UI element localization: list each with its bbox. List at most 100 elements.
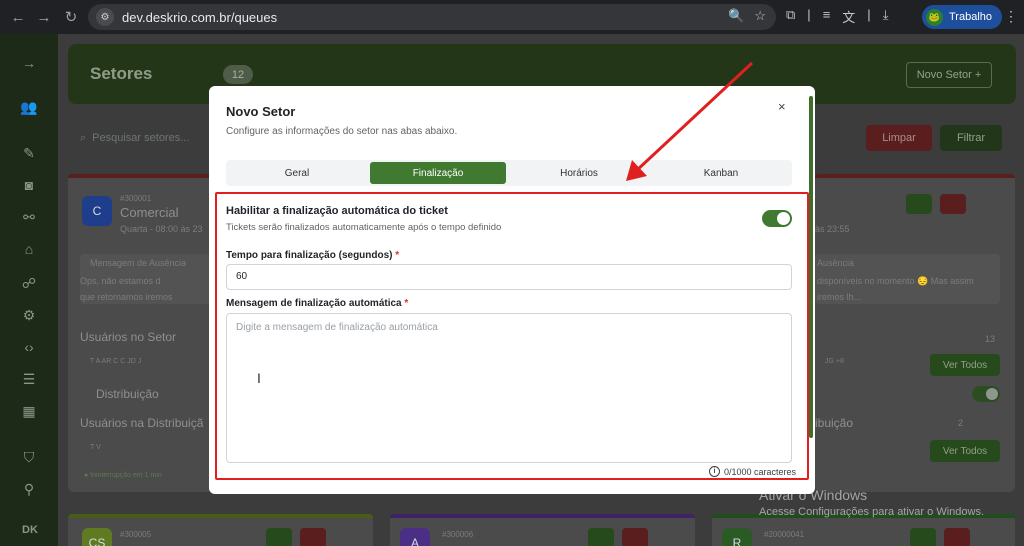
filter-button[interactable]: Filtrar (940, 125, 1002, 151)
character-counter: i 0/1000 caracteres (709, 466, 796, 477)
shield-icon[interactable]: ⛉ (18, 446, 40, 468)
absence-title: Mensagem de Ausência (90, 258, 187, 268)
download-icon[interactable]: ⤓ (883, 7, 889, 26)
new-sector-modal: Novo Setor Configure as informações do s… (209, 86, 815, 494)
profile-label: Trabalho (949, 11, 993, 23)
sector-code: #300005 (120, 530, 152, 539)
status-tag: ● Ininterrupção em 1 min (84, 472, 162, 479)
url-text[interactable]: dev.deskrio.com.br/queues (122, 10, 277, 25)
sidebar: → 👥 ✎ ◙ ⚯ ⌂ ☍ ⚙ ‹› ☰ ▦ ⛉ ⚲ DK (0, 34, 58, 546)
sector-hours: às 23:55 (815, 224, 850, 234)
reload-icon[interactable]: ↻ (57, 3, 85, 31)
sectors-icon[interactable]: ☍ (18, 272, 40, 294)
edit-button[interactable] (266, 528, 292, 546)
message-field-label: Mensagem de finalização automática * (226, 298, 408, 309)
page-title: Setores (90, 64, 153, 83)
tab-geral[interactable]: Geral (228, 162, 366, 184)
tab-finalizacao[interactable]: Finalização (370, 162, 506, 184)
delete-button[interactable] (622, 528, 648, 546)
extensions-icon[interactable]: ⧉ (786, 7, 795, 26)
sector-code: #300001 (120, 194, 152, 203)
modal-title: Novo Setor (226, 104, 296, 119)
edit-button[interactable] (588, 528, 614, 546)
text-cursor-icon: I (257, 370, 261, 386)
edit-button[interactable] (910, 528, 936, 546)
browser-menu-icon[interactable]: ⋮ (1004, 8, 1018, 25)
modal-subtitle: Configure as informações do setor nas ab… (226, 126, 458, 137)
collapse-icon[interactable]: → (18, 52, 40, 74)
modal-tabs: Geral Finalização Horários Kanban (226, 160, 792, 186)
media-icon[interactable]: ≡ (823, 7, 831, 26)
divider-icon: | (807, 7, 811, 22)
modal-scrollbar[interactable] (809, 96, 813, 438)
distribution-users-title: ibuição (815, 416, 854, 430)
users-title: Usuários no Setor (80, 330, 177, 344)
card-strip (815, 174, 1015, 178)
message-textarea[interactable] (226, 313, 792, 463)
absence-text: que retornamos iremos (80, 292, 173, 302)
tag-icon[interactable]: ⌂ (18, 238, 40, 260)
sector-card: às 23:55 Ausência disponíveis no momento… (815, 174, 1015, 492)
search-icon: ⌕ (80, 131, 87, 144)
profile-avatar: 🐸 (926, 8, 943, 26)
view-all-button[interactable]: Ver Todos (930, 440, 1000, 462)
browser-toolbar: ← → ↻ ⚙ dev.deskrio.com.br/queues 🔍 ☆ ⧉ … (0, 0, 1024, 34)
translate-icon[interactable]: 文 (842, 7, 855, 26)
time-input[interactable]: 60 (226, 264, 792, 290)
users-icon[interactable]: 👥 (18, 96, 40, 118)
auto-finish-description: Tickets serão finalizados automaticament… (226, 222, 502, 233)
forward-icon[interactable]: → (30, 3, 58, 31)
absence-title: Ausência (817, 258, 855, 268)
bot-icon[interactable]: ◙ (18, 174, 40, 196)
zoom-icon[interactable]: 🔍 (728, 8, 744, 24)
grid-icon[interactable]: ▦ (18, 400, 40, 422)
clear-button[interactable]: Limpar (866, 125, 932, 151)
required-mark: * (395, 250, 400, 261)
distribution-count: 2 (958, 418, 964, 428)
edit-icon[interactable]: ✎ (18, 142, 40, 164)
info-icon: i (709, 466, 720, 477)
users-count: 13 (985, 334, 996, 344)
count-badge: 12 (223, 65, 253, 84)
absence-text: Ops, não estamos d (80, 276, 161, 286)
distribution-users-title: Usuários na Distribuiçã (80, 416, 204, 430)
bookmark-star-icon[interactable]: ☆ (754, 8, 766, 24)
integration-icon[interactable]: ⚲ (18, 478, 40, 500)
time-field-label-text: Tempo para finalização (segundos) (226, 250, 393, 261)
edit-button[interactable] (906, 194, 932, 214)
sector-name: Comercial (120, 205, 179, 220)
settings-icon[interactable]: ⚙ (18, 304, 40, 326)
code-icon[interactable]: ‹› (18, 336, 40, 358)
site-info-icon[interactable]: ⚙ (96, 8, 114, 26)
sector-card: C #300001 Comercial Quarta - 08:00 às 23… (68, 174, 213, 492)
search-input[interactable]: ⌕ Pesquisar setores... (80, 125, 210, 151)
search-placeholder: Pesquisar setores... (92, 132, 190, 144)
distribution-toggle[interactable] (972, 386, 1000, 402)
new-sector-button[interactable]: Novo Setor + (906, 62, 992, 88)
address-bar[interactable]: ⚙ dev.deskrio.com.br/queues 🔍 ☆ (88, 4, 776, 30)
tab-horarios[interactable]: Horários (510, 162, 648, 184)
distribution-initials: T V (90, 444, 101, 451)
sector-avatar: A (400, 528, 430, 546)
delete-button[interactable] (944, 528, 970, 546)
sector-code: #20000041 (764, 530, 805, 539)
delete-button[interactable] (300, 528, 326, 546)
profile-button[interactable]: 🐸 Trabalho (922, 5, 1003, 29)
absence-text: iremos lh... (817, 292, 862, 302)
tab-kanban[interactable]: Kanban (652, 162, 790, 184)
sidebar-footer-label: DK (22, 524, 38, 536)
close-icon[interactable]: × (778, 99, 786, 114)
view-all-button[interactable]: Ver Todos (930, 354, 1000, 376)
scroll-icon[interactable]: ☰ (18, 368, 40, 390)
time-field-label: Tempo para finalização (segundos) * (226, 250, 399, 261)
required-mark: * (404, 298, 409, 309)
back-icon[interactable]: ← (4, 3, 32, 31)
sector-avatar: C (82, 196, 112, 226)
flow-icon[interactable]: ⚯ (18, 206, 40, 228)
divider-icon: | (867, 7, 871, 22)
users-initials: T A AR C C JD J (90, 358, 142, 365)
delete-button[interactable] (940, 194, 966, 214)
sector-code: #300006 (442, 530, 474, 539)
sector-avatar: CS (82, 528, 112, 546)
auto-finish-toggle[interactable] (762, 210, 792, 227)
